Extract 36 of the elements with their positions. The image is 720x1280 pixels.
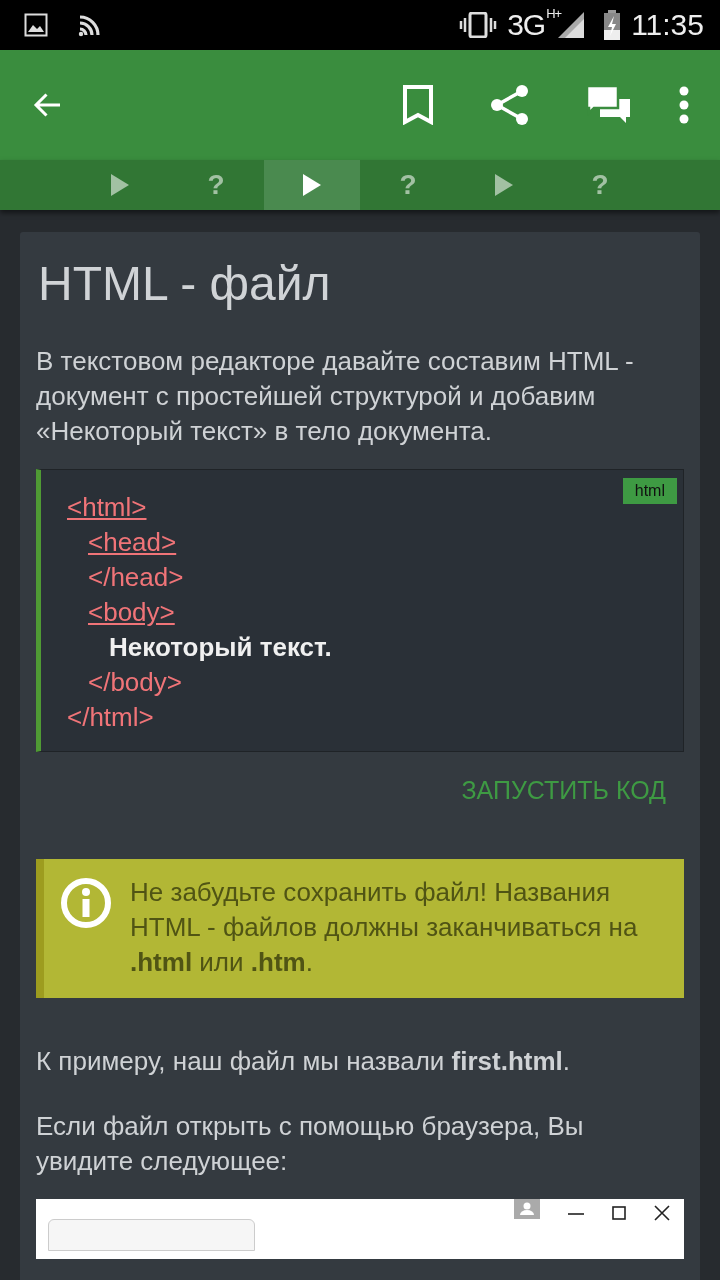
close-icon — [654, 1205, 670, 1221]
network-superscript: H+ — [546, 6, 562, 21]
code-tag: </html> — [67, 700, 154, 735]
more-icon — [678, 85, 690, 125]
info-icon — [60, 877, 112, 929]
share-icon — [490, 84, 530, 126]
code-tag[interactable]: <body> — [88, 595, 175, 630]
cast-icon — [78, 13, 102, 37]
code-tag[interactable]: <html> — [67, 490, 147, 525]
bookmark-icon — [402, 85, 434, 125]
maximize-icon — [612, 1206, 626, 1220]
play-icon — [111, 174, 129, 196]
intro-paragraph: В текстовом редакторе давайте составим HTML - документ с простейшей структурой и добавим «Некоторый текст» в тело документа. — [36, 345, 635, 448]
paragraph: К примеру, наш файл мы назвали first.html. — [36, 1045, 572, 1078]
run-code-button[interactable]: ЗАПУСТИТЬ КОД — [445, 766, 682, 815]
step-tab[interactable] — [264, 160, 360, 210]
code-text: Некоторый текст. — [109, 631, 332, 664]
play-icon — [303, 174, 321, 196]
code-tag: </body> — [88, 665, 182, 700]
minimize-icon — [568, 1213, 584, 1215]
note-text: Не забудьте сохранить файл! Названия HTML - файлов должны заканчиваться на .html или .htm. — [130, 876, 639, 979]
step-tab[interactable]: ? — [552, 160, 648, 210]
code-tag: </head> — [88, 560, 184, 595]
chat-bubbles-icon — [586, 85, 632, 125]
step-tab[interactable]: ? — [168, 160, 264, 210]
paragraph: Если файл открыть с помощью браузера, Вы увидите следующее: — [36, 1110, 585, 1178]
battery-charging-icon — [603, 10, 622, 40]
play-icon — [495, 174, 513, 196]
vibrate-icon — [459, 12, 498, 38]
step-tab[interactable]: ? — [360, 160, 456, 210]
clock: 11:35 — [631, 8, 704, 42]
language-label: html — [622, 478, 677, 504]
image-icon — [24, 13, 48, 37]
lesson-title: HTML - файл — [38, 256, 332, 312]
network-type: 3G — [507, 8, 546, 42]
code-tag[interactable]: <head> — [88, 525, 177, 560]
